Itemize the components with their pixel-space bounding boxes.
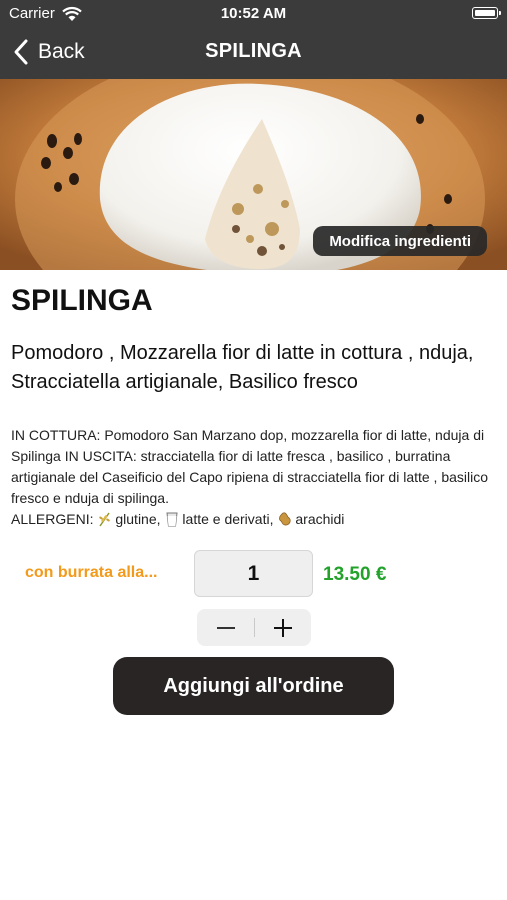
- allergen-peanut: arachidi: [295, 511, 345, 527]
- add-to-order-button[interactable]: Aggiungi all'ordine: [113, 657, 394, 715]
- plus-icon-vertical: [282, 619, 284, 637]
- edit-ingredients-button[interactable]: Modifica ingredienti: [313, 226, 487, 256]
- status-time: 10:52 AM: [220, 5, 287, 22]
- navigation-bar: Carrier 10:52 AM Back SPILINGA: [0, 0, 507, 79]
- status-bar: Carrier 10:52 AM: [0, 0, 507, 28]
- milk-glass-icon: [166, 512, 178, 527]
- allergen-gluten: glutine,: [115, 511, 161, 527]
- product-title: SPILINGA: [11, 284, 153, 317]
- quantity-stepper: [197, 609, 311, 646]
- decrement-button[interactable]: [197, 609, 254, 646]
- minus-icon: [217, 627, 235, 629]
- back-label: Back: [38, 40, 85, 63]
- price-label: 13.50 €: [323, 564, 387, 585]
- battery-icon: [472, 7, 501, 19]
- product-ingredients: Pomodoro , Mozzarella fior di latte in c…: [11, 342, 474, 393]
- variant-selector[interactable]: con burrata alla...: [25, 564, 185, 582]
- allergen-milk: latte e derivati,: [182, 511, 274, 527]
- quantity-field[interactable]: 1: [194, 550, 313, 597]
- chevron-left-icon: [14, 39, 28, 65]
- allergens-label: ALLERGENI:: [11, 511, 94, 527]
- back-button[interactable]: Back: [12, 36, 85, 68]
- description-text: IN COTTURA: Pomodoro San Marzano dop, mo…: [11, 427, 489, 506]
- product-description: IN COTTURA: Pomodoro San Marzano dop, mo…: [11, 425, 501, 530]
- peanut-icon: [279, 512, 292, 526]
- wheat-icon: [99, 512, 111, 527]
